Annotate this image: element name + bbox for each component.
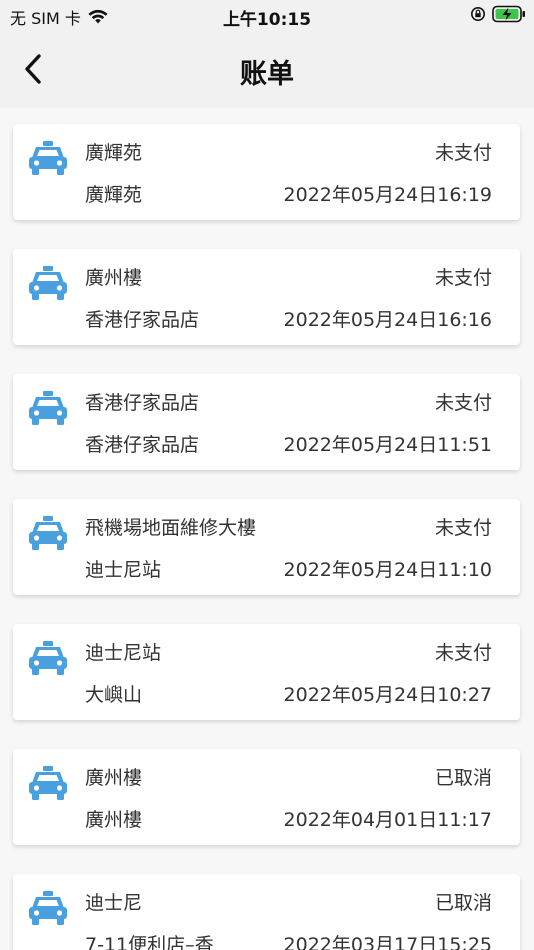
payment-status: 已取消 bbox=[434, 767, 492, 789]
end-location: 香港仔家品店 bbox=[85, 434, 200, 456]
bill-row-bottom: 大嶼山 2022年05月24日10:27 bbox=[85, 680, 492, 707]
taxi-icon bbox=[29, 891, 67, 925]
payment-status: 未支付 bbox=[434, 392, 492, 414]
end-location: 廣輝苑 bbox=[85, 184, 143, 206]
start-location: 廣州樓 bbox=[85, 267, 143, 289]
payment-status: 未支付 bbox=[434, 517, 492, 539]
header: 无 SIM 卡 上午10:15 账单 bbox=[0, 0, 534, 108]
end-location: 7-11便利店–香 bbox=[85, 934, 214, 950]
payment-status: 未支付 bbox=[434, 267, 492, 289]
bill-datetime: 2022年03月17日15:25 bbox=[283, 934, 492, 950]
bill-datetime: 2022年05月24日11:10 bbox=[283, 559, 492, 581]
start-location: 迪士尼 bbox=[85, 892, 143, 914]
bill-row-bottom: 廣州樓 2022年04月01日11:17 bbox=[85, 805, 492, 832]
bill-card[interactable]: 廣輝苑 未支付 廣輝苑 2022年05月24日16:19 bbox=[13, 124, 520, 220]
bill-datetime: 2022年05月24日16:19 bbox=[283, 184, 492, 206]
bill-card[interactable]: 飛機場地面維修大樓 未支付 迪士尼站 2022年05月24日11:10 bbox=[13, 499, 520, 595]
bill-row-top: 廣州樓 已取消 bbox=[85, 763, 492, 790]
bill-row-bottom: 迪士尼站 2022年05月24日11:10 bbox=[85, 555, 492, 582]
bill-row-top: 迪士尼 已取消 bbox=[85, 888, 492, 915]
bill-row-bottom: 廣輝苑 2022年05月24日16:19 bbox=[85, 180, 492, 207]
taxi-icon bbox=[29, 766, 67, 800]
start-location: 香港仔家品店 bbox=[85, 392, 200, 414]
taxi-icon bbox=[29, 391, 67, 425]
start-location: 飛機場地面維修大樓 bbox=[85, 517, 257, 539]
bill-list[interactable]: 廣輝苑 未支付 廣輝苑 2022年05月24日16:19 廣州樓 未支付 香港仔… bbox=[0, 108, 534, 950]
bill-card[interactable]: 迪士尼站 未支付 大嶼山 2022年05月24日10:27 bbox=[13, 624, 520, 720]
payment-status: 未支付 bbox=[434, 142, 492, 164]
payment-status: 已取消 bbox=[434, 892, 492, 914]
end-location: 香港仔家品店 bbox=[85, 309, 200, 331]
bill-row-top: 廣輝苑 未支付 bbox=[85, 138, 492, 165]
orientation-lock-icon bbox=[471, 7, 485, 21]
bill-row-bottom: 香港仔家品店 2022年05月24日16:16 bbox=[85, 305, 492, 332]
bill-row-top: 飛機場地面維修大樓 未支付 bbox=[85, 513, 492, 540]
start-location: 廣州樓 bbox=[85, 767, 143, 789]
bill-card[interactable]: 廣州樓 已取消 廣州樓 2022年04月01日11:17 bbox=[13, 749, 520, 845]
status-bar: 无 SIM 卡 上午10:15 bbox=[0, 0, 534, 30]
end-location: 大嶼山 bbox=[85, 684, 143, 706]
end-location: 廣州樓 bbox=[85, 809, 143, 831]
start-location: 迪士尼站 bbox=[85, 642, 162, 664]
taxi-icon bbox=[29, 641, 67, 675]
start-location: 廣輝苑 bbox=[85, 142, 143, 164]
bill-card[interactable]: 廣州樓 未支付 香港仔家品店 2022年05月24日16:16 bbox=[13, 249, 520, 345]
bill-datetime: 2022年04月01日11:17 bbox=[283, 809, 492, 831]
nav-bar: 账单 bbox=[0, 40, 534, 98]
bill-datetime: 2022年05月24日11:51 bbox=[283, 434, 492, 456]
status-right bbox=[470, 5, 526, 23]
taxi-icon bbox=[29, 266, 67, 300]
status-time: 上午10:15 bbox=[222, 10, 312, 30]
taxi-icon bbox=[29, 516, 67, 550]
bill-datetime: 2022年05月24日10:27 bbox=[283, 684, 492, 706]
bill-row-top: 迪士尼站 未支付 bbox=[85, 638, 492, 665]
payment-status: 未支付 bbox=[434, 642, 492, 664]
end-location: 迪士尼站 bbox=[85, 559, 162, 581]
bill-card[interactable]: 香港仔家品店 未支付 香港仔家品店 2022年05月24日11:51 bbox=[13, 374, 520, 470]
taxi-icon bbox=[29, 141, 67, 175]
bill-row-bottom: 香港仔家品店 2022年05月24日11:51 bbox=[85, 430, 492, 457]
bill-row-bottom: 7-11便利店–香 2022年03月17日15:25 bbox=[85, 930, 492, 950]
bill-row-top: 香港仔家品店 未支付 bbox=[85, 388, 492, 415]
bill-datetime: 2022年05月24日16:16 bbox=[283, 309, 492, 331]
battery-charging-icon bbox=[492, 5, 525, 23]
page-title: 账单 bbox=[240, 59, 294, 90]
bill-row-top: 廣州樓 未支付 bbox=[85, 263, 492, 290]
bill-card[interactable]: 迪士尼 已取消 7-11便利店–香 2022年03月17日15:25 bbox=[13, 874, 520, 950]
